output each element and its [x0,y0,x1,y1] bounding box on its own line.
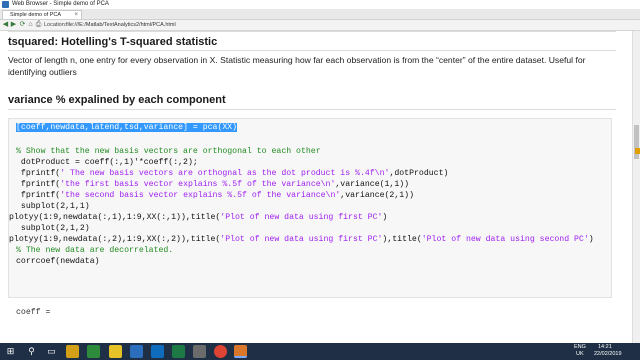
matlab-icon[interactable] [234,345,247,358]
window-titlebar: Web Browser - Simple demo of PCA [0,0,640,9]
search-icon[interactable]: ⚲ [25,345,38,358]
code-string: 'Plot of new data using second PC' [421,235,589,244]
selected-code[interactable]: [coeff,newdata,latend,tsd,variance] = pc… [16,123,238,132]
location-label: Location: [44,22,67,28]
file-explorer-icon[interactable] [109,345,122,358]
tab-label: Simple demo of PCA [10,12,62,18]
excel-icon[interactable] [172,345,185,358]
code-block[interactable]: [coeff,newdata,latend,tsd,variance] = pc… [8,118,612,298]
code-line: plotyy(1:9,newdata(:,1),1:9,XX(:,1)),tit… [9,213,388,222]
print-button[interactable]: ⎙ [34,20,43,30]
vertical-scrollbar[interactable] [632,31,640,343]
mail-icon[interactable] [151,345,164,358]
code-line: dotProduct = coeff(:,1)'*coeff(:,2); [16,158,198,167]
windows-start-icon[interactable]: ⊞ [4,345,17,358]
heading-variance: variance % expalined by each component [8,94,226,106]
code-line: fprintf(' The new basis vectors are orth… [16,169,449,178]
divider [8,50,616,51]
close-tab-icon[interactable]: × [74,11,78,19]
page-content: tsquared: Hotelling's T-squared statisti… [0,31,632,343]
panel-resize-handle[interactable] [635,148,640,154]
output-text: coeff = [16,308,51,317]
divider [8,31,616,32]
clock-time[interactable]: 14:21 [598,344,612,351]
code-line: fprintf('the second basis vector explain… [16,191,414,200]
app-grey-icon[interactable] [193,345,206,358]
tab-simple-demo-pca[interactable]: Simple demo of PCA × [2,10,82,19]
taskbar: ⊞ ⚲ ▭ ENG UK 14:21 22/02/2019 [0,343,640,360]
region-indicator[interactable]: UK [576,351,584,358]
location-field[interactable]: file:///E:/Matlab/TextAnalytics2/html/PC… [66,20,176,30]
code-line: plotyy(1:9,newdata(:,2),1:9,XX(:,2)),tit… [9,235,594,244]
code-line: subplot(2,1,2) [16,224,90,233]
app-green-icon[interactable] [87,345,100,358]
divider [8,109,616,110]
window-title: Web Browser - Simple demo of PCA [12,1,109,7]
browser-app-icon [2,1,9,8]
code-string: 'Plot of new data using first PC' [220,235,383,244]
task-view-icon[interactable]: ▭ [45,345,58,358]
chrome-icon[interactable] [214,345,227,358]
code-string: ' The new basis vectors are orthognal as… [60,169,390,178]
code-line: subplot(2,1,1) [16,202,90,211]
paragraph-tsquared: Vector of length n, one entry for every … [8,55,586,77]
code-line-pca-call[interactable]: [coeff,newdata,latend,tsd,variance] = pc… [16,122,238,133]
language-indicator[interactable]: ENG [574,344,586,351]
browser-toolbar: ◀ ▶ ⟳ ⌂ ⎙ Location: file:///E:/Matlab/Te… [0,20,640,31]
code-comment: % Show that the new basis vectors are or… [16,147,321,156]
code-line: corrcoef(newdata) [16,257,100,266]
forward-button[interactable]: ▶ [9,20,18,30]
edge-icon[interactable] [130,345,143,358]
heading-tsquared: tsquared: Hotelling's T-squared statisti… [8,36,218,48]
code-string: 'the second basis vector explains %.5f o… [60,191,341,200]
code-comment: % The new data are decorrelated. [16,246,174,255]
tab-bar: Simple demo of PCA × [0,9,640,20]
clock-date[interactable]: 22/02/2019 [594,351,622,358]
code-string: 'Plot of new data using first PC' [220,213,383,222]
code-string: 'the first basis vector explains %.5f of… [60,180,336,189]
app-l-icon[interactable] [66,345,79,358]
code-line: fprintf('the first basis vector explains… [16,180,410,189]
